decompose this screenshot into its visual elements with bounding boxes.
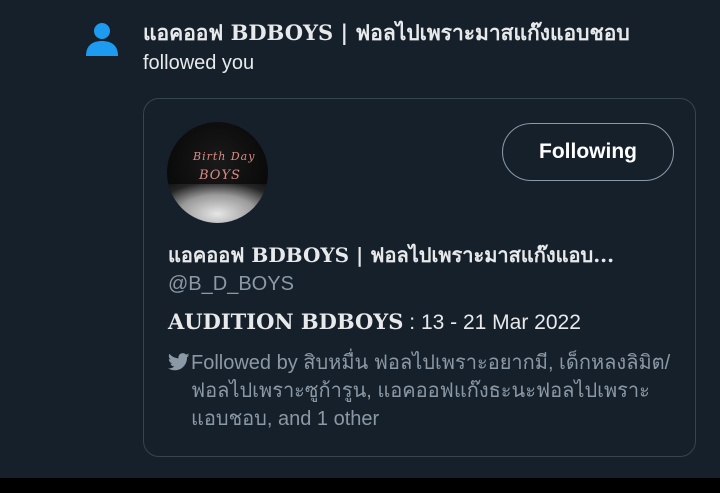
notification-action: followed you (143, 52, 255, 74)
avatar-text-line2: BOYS (199, 168, 241, 183)
bio-date-text: : 13 - 21 Mar 2022 (403, 311, 581, 334)
avatar-text-line1: Birth Day (193, 150, 256, 163)
user-card[interactable]: Birth Day BOYS Following แอคออฟ BDBOYS |… (143, 98, 696, 457)
person-icon (86, 23, 118, 56)
bottom-edge (0, 478, 720, 493)
following-button[interactable]: Following (502, 123, 674, 181)
avatar-cloud (167, 184, 268, 223)
notification-header: แอคออฟ BDBOYS | ฟอลไปเพราะมาสแก๊งแอบชอบ (143, 17, 713, 50)
actor-name[interactable]: แอคออฟ BDBOYS | ฟอลไปเพราะมาสแก๊งแอบชอบ (143, 20, 630, 45)
avatar[interactable]: Birth Day BOYS (167, 122, 268, 223)
twitter-bird-icon (168, 353, 190, 371)
card-handle: @B_D_BOYS (168, 273, 294, 295)
followed-by-text: Followed by สิบหมื่น ฟอลไปเพราะอยากมี, เ… (191, 352, 671, 430)
bio-bold-text: AUDITION BDBOYS (168, 309, 404, 334)
card-bio: AUDITION BDBOYS : 13 - 21 Mar 2022 (168, 309, 581, 335)
follow-notification[interactable]: แอคออฟ BDBOYS | ฟอลไปเพราะมาสแก๊งแอบชอบ … (0, 0, 720, 478)
card-display-name[interactable]: แอคออฟ BDBOYS | ฟอลไปเพราะมาสแก๊งแอบ... (168, 239, 678, 271)
